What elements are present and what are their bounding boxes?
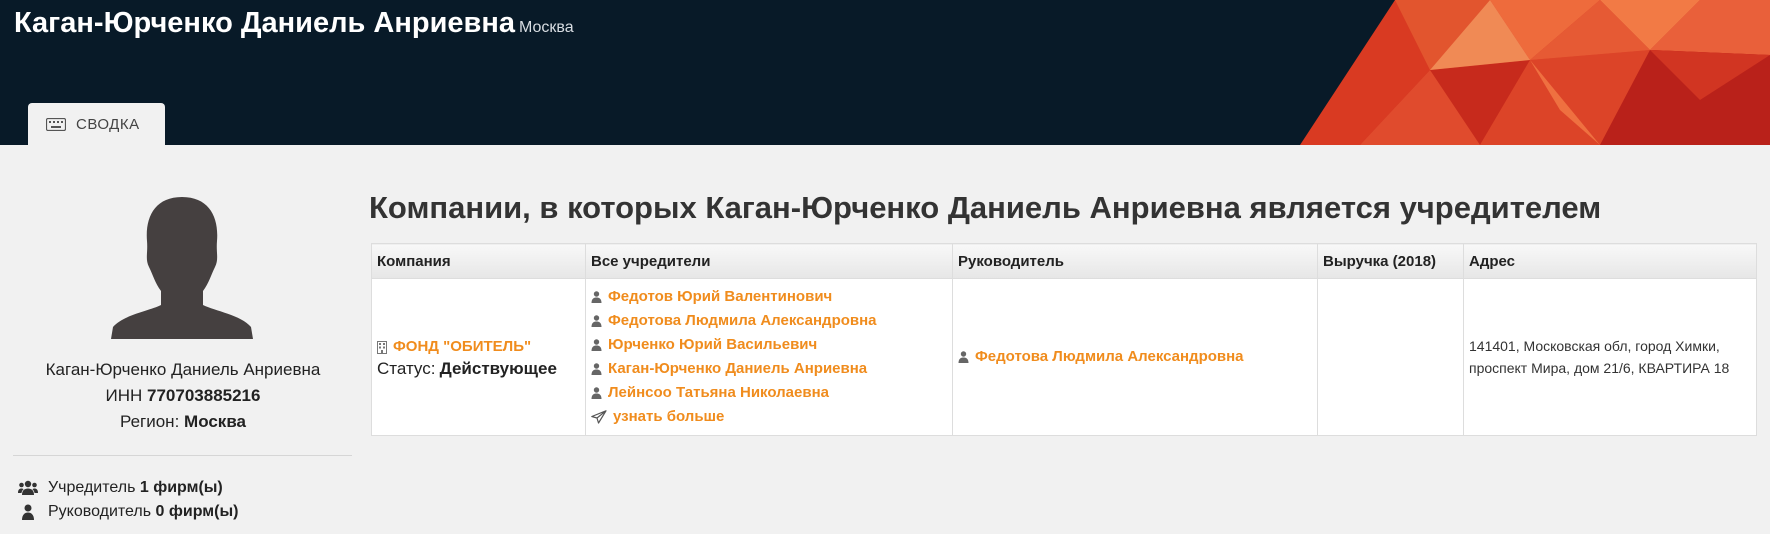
status-value: Действующее xyxy=(439,359,557,378)
building-icon xyxy=(377,340,387,354)
company-link[interactable]: ФОНД "ОБИТЕЛЬ" xyxy=(393,335,531,359)
polygon-banner-art xyxy=(1300,0,1770,145)
section-title: Компании, в которых Каган-Юрченко Даниел… xyxy=(369,190,1602,225)
founders-cell: Федотов Юрий Валентинович Федотова Людми… xyxy=(585,278,953,436)
user-icon xyxy=(22,504,34,520)
list-item: Федотов Юрий Валентинович xyxy=(591,285,947,309)
sidebar-inn: ИНН 770703885216 xyxy=(0,386,366,406)
manager-count: 0 фирм(ы) xyxy=(155,503,239,520)
inn-label: ИНН xyxy=(105,386,143,405)
user-icon xyxy=(591,339,602,351)
founder-link[interactable]: Юрченко Юрий Васильевич xyxy=(608,333,817,357)
person-city: Москва xyxy=(519,19,574,36)
column-header-company: Компания xyxy=(371,243,586,279)
founder-link[interactable]: Федотова Людмила Александровна xyxy=(608,309,877,333)
manager-label: Руководитель xyxy=(48,503,152,520)
user-icon xyxy=(591,387,602,399)
region-label: Регион: xyxy=(119,412,180,431)
founder-link[interactable]: Лейнсоо Татьяна Николаевна xyxy=(608,381,829,405)
founder-stat: Учредитель 1 фирм(ы) xyxy=(18,479,223,497)
table-header-row: Компания Все учредители Руководитель Выр… xyxy=(371,243,1757,279)
company-line: ФОНД "ОБИТЕЛЬ" xyxy=(377,335,580,359)
manager-link[interactable]: Федотова Людмила Александровна xyxy=(975,345,1244,369)
user-icon xyxy=(591,315,602,327)
column-header-address: Адрес xyxy=(1463,243,1757,279)
table-row: ФОНД "ОБИТЕЛЬ" Статус: Действующее Федот… xyxy=(371,278,1757,436)
companies-table: Компания Все учредители Руководитель Выр… xyxy=(371,243,1757,436)
tab-summary[interactable]: СВОДКА xyxy=(28,103,165,145)
inn-value: 770703885216 xyxy=(147,386,261,405)
avatar xyxy=(111,197,253,339)
user-icon xyxy=(591,291,602,303)
region-value: Москва xyxy=(184,412,246,431)
list-item: Федотова Людмила Александровна xyxy=(958,345,1312,369)
address-cell: 141401, Московская обл, город Химки, про… xyxy=(1463,278,1757,436)
founder-link[interactable]: Каган-Юрченко Даниель Анриевна xyxy=(608,357,867,381)
sidebar-region: Регион: Москва xyxy=(0,412,366,432)
manager-cell: Федотова Людмила Александровна xyxy=(952,278,1318,436)
founder-link[interactable]: Федотов Юрий Валентинович xyxy=(608,285,832,309)
founder-label: Учредитель xyxy=(48,479,136,496)
list-item: Юрченко Юрий Васильевич xyxy=(591,333,947,357)
tab-summary-label: СВОДКА xyxy=(76,115,140,133)
learn-more-link[interactable]: узнать больше xyxy=(613,405,724,429)
list-item: Федотова Людмила Александровна xyxy=(591,309,947,333)
column-header-founders: Все учредители xyxy=(585,243,953,279)
users-icon xyxy=(18,480,38,495)
sidebar: Каган-Юрченко Даниель Анриевна ИНН 77070… xyxy=(0,145,370,534)
person-name: Каган-Юрченко Даниель Анриевна xyxy=(14,7,516,39)
sidebar-person-name: Каган-Юрченко Даниель Анриевна xyxy=(45,360,321,379)
column-header-manager: Руководитель xyxy=(952,243,1318,279)
manager-stat: Руководитель 0 фирм(ы) xyxy=(18,503,238,521)
user-icon xyxy=(591,363,602,375)
company-status: Статус: Действующее xyxy=(377,359,580,379)
company-cell: ФОНД "ОБИТЕЛЬ" Статус: Действующее xyxy=(371,278,586,436)
list-item: Каган-Юрченко Даниель Анриевна xyxy=(591,357,947,381)
keyboard-icon xyxy=(46,117,66,131)
founder-count: 1 фирм(ы) xyxy=(139,479,223,496)
list-item: Лейнсоо Татьяна Николаевна xyxy=(591,381,947,405)
more-line: узнать больше xyxy=(591,405,947,429)
status-label: Статус: xyxy=(377,359,436,378)
revenue-cell xyxy=(1317,278,1464,436)
paper-plane-icon xyxy=(591,410,607,424)
sidebar-divider xyxy=(13,455,352,456)
column-header-revenue: Выручка (2018) xyxy=(1317,243,1464,279)
page-header: Каган-Юрченко Даниель Анриевна Москва СВО… xyxy=(0,0,1770,145)
page-title: Каган-Юрченко Даниель Анриевна Москва xyxy=(14,7,574,40)
user-icon xyxy=(958,351,969,363)
